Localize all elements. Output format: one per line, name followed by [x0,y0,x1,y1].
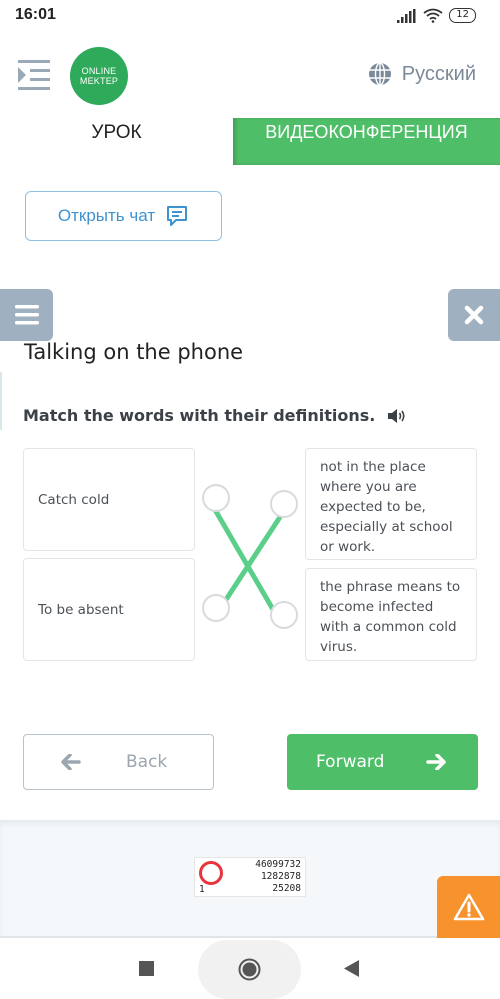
report-problem-button[interactable] [437,876,500,938]
definition-text: not in the place where you are expected … [320,459,453,555]
forward-label: Forward [316,752,385,772]
recents-icon[interactable] [139,961,154,976]
definition-text: the phrase means to become infected with… [320,579,461,655]
lesson-title: Talking on the phone [24,340,244,364]
task-instruction-text: Match the words with their definitions. [23,406,376,425]
logo-line-1: ONLINE [81,66,117,76]
warning-icon [453,893,484,921]
counter-line-1: 46099732 [255,859,301,870]
definition-card[interactable]: not in the place where you are expected … [305,448,477,560]
signal-icon [397,8,416,23]
word-text: To be absent [38,601,124,618]
back-label: Back [126,752,168,772]
close-icon [464,305,484,325]
speaker-icon[interactable] [387,408,407,424]
chat-icon [167,206,188,226]
counter-left-number: 1 [199,884,205,895]
open-chat-label: Открыть чат [57,206,156,225]
arrow-right-icon [426,754,447,770]
back-button[interactable]: Back [23,734,214,790]
system-navigation-bar [0,940,500,999]
word-card[interactable]: To be absent [23,558,195,661]
arrow-left-icon [61,754,81,770]
definition-anchor-dot[interactable] [270,601,298,629]
counter-line-3: 25208 [272,883,301,894]
status-time: 16:01 [15,6,56,23]
close-lesson-button[interactable] [448,289,500,341]
visit-counter[interactable]: 1 46099732 1282878 25208 [194,857,306,897]
battery-icon: 12 [449,8,476,23]
word-anchor-dot[interactable] [202,594,230,622]
tab-videoconference[interactable]: ВИДЕОКОНФЕРЕНЦИЯ [233,118,500,165]
hamburger-icon [14,305,39,325]
language-selector[interactable]: Русский [368,62,476,86]
header: ONLINE MEKTEP Русский [0,44,500,106]
open-chat-button[interactable]: Открыть чат [25,191,222,241]
word-card[interactable]: Catch cold [23,448,195,551]
left-accent-bar [0,372,2,430]
counter-line-2: 1282878 [260,871,301,882]
status-icons: 12 [397,8,476,23]
task-instruction: Match the words with their definitions. [23,406,407,425]
definition-anchor-dot[interactable] [270,490,298,518]
home-icon[interactable] [238,958,261,981]
menu-toggle-button[interactable] [18,60,52,90]
counter-values: 46099732 1282878 25208 [255,859,301,895]
online-mektep-logo[interactable]: ONLINE MEKTEP [70,47,128,105]
definition-card[interactable]: the phrase means to become infected with… [305,568,477,661]
language-label: Русский [401,62,476,85]
logo-line-2: MEKTEP [79,76,119,86]
back-nav-icon[interactable] [344,960,359,977]
wifi-icon [423,8,443,23]
tab-lesson[interactable]: УРОК [0,118,233,165]
lesson-menu-button[interactable] [0,289,53,341]
globe-icon [368,62,391,86]
status-bar: 16:01 12 [0,0,500,34]
counter-logo-icon [199,861,223,885]
menu-indent-icon [18,60,50,90]
word-text: Catch cold [38,491,110,508]
main-tabs: УРОК ВИДЕОКОНФЕРЕНЦИЯ [0,118,500,165]
forward-button[interactable]: Forward [287,734,478,790]
word-anchor-dot[interactable] [202,484,230,512]
